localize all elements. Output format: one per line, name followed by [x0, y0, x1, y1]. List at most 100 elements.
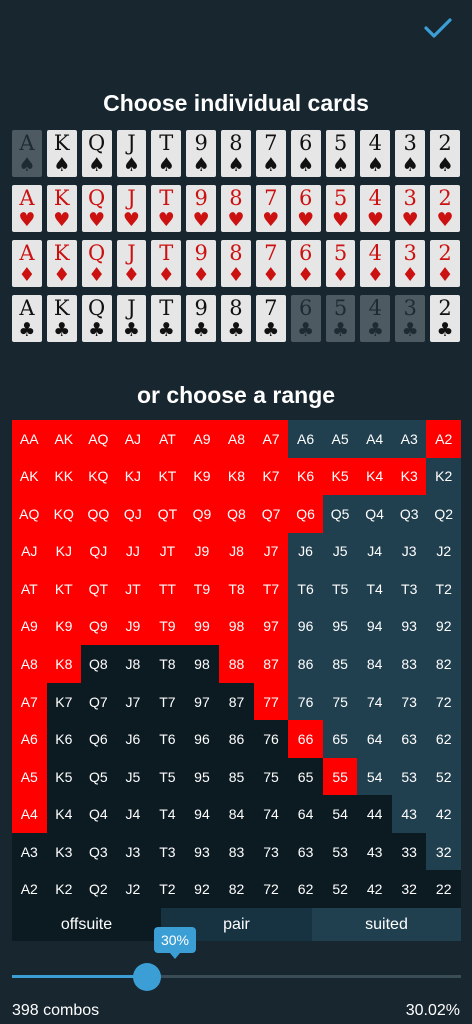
card-4-hearts[interactable]: 4 ♥ — [360, 185, 391, 232]
range-cell-offsuit[interactable]: J8 — [115, 645, 151, 683]
range-cell-offsuit[interactable]: A5 — [12, 757, 47, 796]
card-7-spades[interactable]: 7 ♠ — [255, 130, 286, 177]
range-cell-suited[interactable]: 93 — [391, 607, 427, 646]
range-cell-suited[interactable]: Q3 — [391, 495, 427, 533]
range-cell-pair[interactable]: TT — [150, 570, 185, 608]
range-cell-suited[interactable]: A6 — [288, 420, 323, 458]
range-cell-offsuit[interactable]: 72 — [253, 870, 289, 908]
range-cell-offsuit[interactable]: 87 — [219, 682, 254, 721]
card-Q-hearts[interactable]: Q ♥ — [81, 185, 112, 232]
card-K-hearts[interactable]: K ♥ — [46, 185, 77, 232]
range-cell-offsuit[interactable]: A7 — [12, 682, 47, 721]
range-cell-suited[interactable]: 54 — [357, 757, 392, 796]
range-cell-offsuit[interactable]: 62 — [288, 870, 323, 908]
range-cell-suited[interactable]: 63 — [391, 720, 427, 758]
range-cell-suited[interactable]: Q9 — [184, 495, 220, 533]
card-J-diamonds[interactable]: J ♦ — [116, 240, 147, 287]
card-3-spades[interactable]: 3 ♠ — [395, 130, 426, 177]
range-cell-suited[interactable]: 64 — [357, 720, 392, 758]
card-T-diamonds[interactable]: T ♦ — [151, 240, 182, 287]
range-cell-pair[interactable]: 88 — [219, 645, 254, 683]
card-A-clubs[interactable]: A ♣ — [12, 295, 42, 342]
range-cell-offsuit[interactable]: K8 — [46, 645, 82, 683]
card-4-spades[interactable]: 4 ♠ — [360, 130, 391, 177]
range-cell-offsuit[interactable]: A8 — [12, 645, 47, 683]
range-cell-suited[interactable]: 72 — [426, 682, 461, 721]
range-cell-suited[interactable]: KQ — [81, 457, 116, 496]
card-2-hearts[interactable]: 2 ♥ — [430, 185, 460, 232]
range-cell-offsuit[interactable]: 95 — [184, 757, 220, 796]
card-5-spades[interactable]: 5 ♠ — [325, 130, 356, 177]
range-cell-offsuit[interactable]: K6 — [46, 720, 82, 758]
card-A-hearts[interactable]: A ♥ — [12, 185, 42, 232]
range-cell-suited[interactable]: A3 — [391, 420, 427, 458]
range-cell-suited[interactable]: 76 — [288, 682, 323, 721]
range-cell-suited[interactable]: 94 — [357, 607, 392, 646]
confirm-button[interactable] — [418, 8, 458, 48]
card-8-hearts[interactable]: 8 ♥ — [221, 185, 251, 232]
range-slider[interactable]: 30% — [0, 925, 472, 1005]
card-T-spades[interactable]: T ♠ — [151, 130, 182, 177]
card-Q-spades[interactable]: Q ♠ — [81, 130, 112, 177]
range-cell-suited[interactable]: JT — [150, 532, 185, 571]
range-cell-suited[interactable]: AK — [46, 420, 82, 458]
card-7-diamonds[interactable]: 7 ♦ — [255, 240, 286, 287]
card-2-diamonds[interactable]: 2 ♦ — [430, 240, 460, 287]
range-cell-offsuit[interactable]: Q8 — [81, 645, 116, 683]
card-4-diamonds[interactable]: 4 ♦ — [360, 240, 391, 287]
range-cell-offsuit[interactable]: A4 — [12, 795, 47, 833]
range-cell-suited[interactable]: 92 — [426, 607, 461, 646]
range-cell-suited[interactable]: K7 — [253, 457, 289, 496]
range-cell-pair[interactable]: 22 — [426, 870, 461, 908]
range-cell-offsuit[interactable]: QJ — [81, 532, 116, 571]
range-cell-suited[interactable]: 96 — [288, 607, 323, 646]
range-cell-suited[interactable]: Q6 — [288, 495, 323, 533]
range-cell-offsuit[interactable]: 85 — [219, 757, 254, 796]
range-cell-offsuit[interactable]: 64 — [288, 795, 323, 833]
range-cell-offsuit[interactable]: AT — [12, 570, 47, 608]
range-cell-suited[interactable]: 95 — [322, 607, 358, 646]
range-cell-offsuit[interactable]: KT — [46, 570, 82, 608]
card-6-spades[interactable]: 6 ♠ — [290, 130, 321, 177]
card-9-spades[interactable]: 9 ♠ — [186, 130, 217, 177]
card-2-spades[interactable]: 2 ♠ — [430, 130, 460, 177]
range-cell-suited[interactable]: K2 — [426, 457, 461, 496]
card-3-hearts[interactable]: 3 ♥ — [395, 185, 426, 232]
range-cell-suited[interactable]: J4 — [357, 532, 392, 571]
range-cell-suited[interactable]: Q2 — [426, 495, 461, 533]
range-cell-offsuit[interactable]: 42 — [357, 870, 392, 908]
card-8-spades[interactable]: 8 ♠ — [221, 130, 251, 177]
range-cell-suited[interactable]: QT — [150, 495, 185, 533]
range-cell-suited[interactable]: A4 — [357, 420, 392, 458]
range-cell-pair[interactable]: 55 — [322, 757, 358, 796]
range-cell-suited[interactable]: K5 — [322, 457, 358, 496]
card-A-spades[interactable]: A ♠ — [12, 130, 42, 177]
range-cell-offsuit[interactable]: K9 — [46, 607, 82, 646]
range-cell-offsuit[interactable]: KQ — [46, 495, 82, 533]
range-cell-offsuit[interactable]: 84 — [219, 795, 254, 833]
range-cell-pair[interactable]: 99 — [184, 607, 220, 646]
range-cell-suited[interactable]: K6 — [288, 457, 323, 496]
card-Q-diamonds[interactable]: Q ♦ — [81, 240, 112, 287]
card-7-hearts[interactable]: 7 ♥ — [255, 185, 286, 232]
range-cell-suited[interactable]: AT — [150, 420, 185, 458]
card-Q-clubs[interactable]: Q ♣ — [81, 295, 112, 342]
range-cell-offsuit[interactable]: 97 — [184, 682, 220, 721]
range-cell-offsuit[interactable]: J3 — [115, 832, 151, 871]
range-cell-suited[interactable]: K4 — [357, 457, 392, 496]
card-5-hearts[interactable]: 5 ♥ — [325, 185, 356, 232]
range-cell-pair[interactable]: JJ — [115, 532, 151, 571]
card-9-hearts[interactable]: 9 ♥ — [186, 185, 217, 232]
range-cell-offsuit[interactable]: 98 — [184, 645, 220, 683]
card-T-hearts[interactable]: T ♥ — [151, 185, 182, 232]
range-cell-offsuit[interactable]: 74 — [253, 795, 289, 833]
range-cell-suited[interactable]: J2 — [426, 532, 461, 571]
range-cell-suited[interactable]: T7 — [253, 570, 289, 608]
range-cell-suited[interactable]: 42 — [426, 795, 461, 833]
card-2-clubs[interactable]: 2 ♣ — [430, 295, 460, 342]
range-cell-offsuit[interactable]: J6 — [115, 720, 151, 758]
card-J-spades[interactable]: J ♠ — [116, 130, 147, 177]
card-J-clubs[interactable]: J ♣ — [116, 295, 147, 342]
range-cell-offsuit[interactable]: 86 — [219, 720, 254, 758]
range-cell-offsuit[interactable]: 53 — [322, 832, 358, 871]
